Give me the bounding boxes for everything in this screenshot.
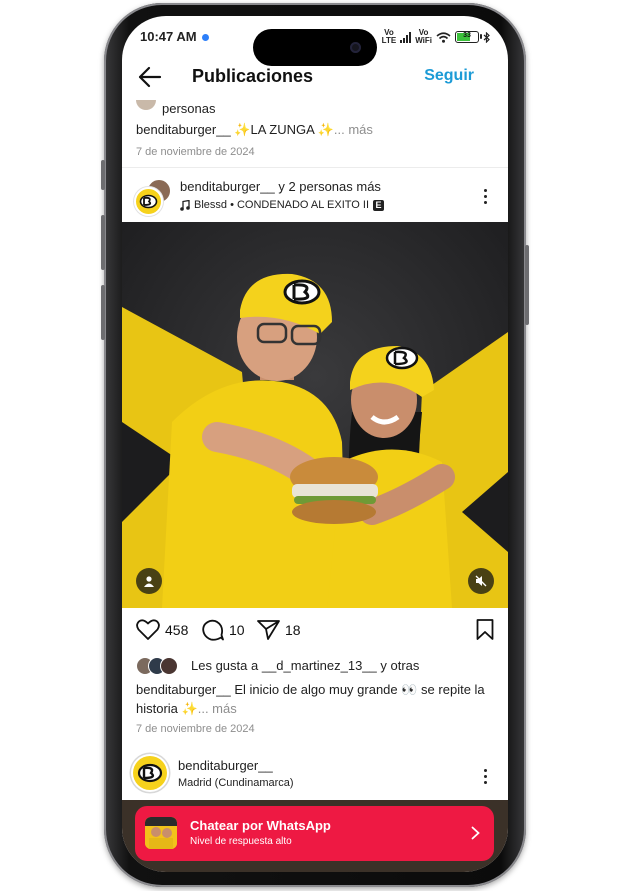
previous-post-date: 7 de noviembre de 2024 — [136, 146, 255, 158]
tagged-people-button[interactable] — [136, 568, 162, 594]
speaker-muted-icon — [475, 575, 487, 587]
previous-post-people: personas — [162, 101, 216, 116]
volume-up-button — [101, 215, 105, 270]
save-button[interactable] — [476, 619, 494, 640]
status-icons: Vo LTE Vo WiFi 33 — [382, 29, 490, 45]
battery-icon: 33 — [455, 31, 482, 43]
clock: 10:47 AM — [140, 29, 197, 44]
vowifi-icon: Vo WiFi — [415, 28, 432, 45]
mute-button[interactable] — [468, 568, 494, 594]
liker-avatars — [136, 657, 184, 675]
likes-count: 458 — [165, 621, 189, 638]
post-author[interactable]: benditaburger__ y 2 personas más — [180, 179, 381, 194]
brand-avatar[interactable] — [134, 187, 163, 216]
caption-username[interactable]: benditaburger__ — [136, 682, 231, 697]
bendita-logo-icon — [139, 194, 158, 209]
share-button[interactable]: 18 — [257, 619, 301, 640]
post-actions: 458 10 18 — [136, 619, 494, 645]
post-photo[interactable] — [122, 222, 508, 608]
follow-button[interactable]: Seguir — [424, 67, 474, 85]
thumbnail-illustration — [145, 817, 177, 849]
music-title[interactable]: Blessd • CONDENADO AL EXITO II — [194, 199, 369, 211]
like-button[interactable]: 458 — [136, 619, 188, 640]
bluetooth-icon — [483, 31, 490, 43]
signal-icon — [400, 31, 412, 43]
post-header: benditaburger__ y 2 personas más Blessd … — [122, 174, 508, 220]
comment-button[interactable]: 10 — [202, 619, 245, 641]
arrow-left-icon[interactable] — [138, 66, 162, 88]
music-note-icon — [180, 199, 190, 211]
shares-count: 18 — [285, 621, 301, 638]
post-username[interactable]: benditaburger__ — [180, 179, 275, 194]
whatsapp-chat-banner[interactable]: Chatear por WhatsApp Nivel de respuesta … — [135, 806, 494, 861]
comments-count: 10 — [229, 622, 245, 638]
bookmark-icon — [476, 619, 494, 640]
volte-icon: Vo LTE — [381, 28, 397, 45]
comment-icon — [202, 619, 224, 641]
more-options-icon[interactable] — [484, 189, 488, 207]
photo-illustration — [122, 222, 508, 608]
chevron-right-icon — [471, 826, 480, 840]
next-post-avatar[interactable] — [133, 756, 167, 790]
explicit-badge: E — [373, 199, 385, 211]
whatsapp-thumbnail — [145, 817, 177, 849]
dynamic-island — [253, 29, 377, 66]
action-button — [101, 160, 105, 190]
caption-username[interactable]: benditaburger__ — [136, 122, 231, 137]
post-caption: benditaburger__ El inicio de algo muy gr… — [136, 680, 496, 718]
power-button — [525, 245, 529, 325]
liked-by-user[interactable]: __d_martinez_13__ — [262, 658, 377, 673]
more-options-icon[interactable] — [484, 769, 488, 787]
volume-down-button — [101, 285, 105, 340]
bendita-logo-icon — [137, 763, 163, 783]
heart-icon — [136, 619, 160, 640]
collab-text[interactable]: y 2 personas más — [278, 179, 381, 194]
whatsapp-subtitle: Nivel de respuesta alto — [190, 836, 292, 847]
next-post-location[interactable]: Madrid (Cundinamarca) — [178, 777, 294, 789]
more-link[interactable]: ... más — [334, 122, 373, 137]
wifi-icon — [436, 31, 451, 43]
caption-text: ✨LA ZUNGA ✨ — [234, 122, 334, 137]
person-icon — [144, 576, 154, 587]
previous-post-avatar[interactable] — [136, 100, 156, 110]
post-date: 7 de noviembre de 2024 — [136, 723, 255, 735]
previous-post-caption: benditaburger__ ✨LA ZUNGA ✨... más — [136, 122, 373, 138]
camera-icon — [350, 42, 361, 53]
liked-by[interactable]: Les gusta a __d_martinez_13__ y otras — [136, 657, 494, 675]
liked-by-text: Les gusta a __d_martinez_13__ y otras — [191, 658, 420, 673]
liked-by-others[interactable]: otras — [391, 658, 420, 673]
notification-dot-icon — [202, 34, 209, 41]
send-icon — [257, 620, 280, 640]
more-link[interactable]: ... más — [198, 701, 237, 716]
screen: 10:47 AM Vo LTE Vo WiFi 33 Publicaciones S… — [122, 16, 508, 872]
whatsapp-title: Chatear por WhatsApp — [190, 818, 331, 833]
divider — [122, 167, 508, 168]
next-post-username[interactable]: benditaburger__ — [178, 758, 273, 773]
music-attribution[interactable]: Blessd • CONDENADO AL EXITO II E — [180, 199, 385, 211]
page-title: Publicaciones — [192, 66, 314, 86]
app-header: Publicaciones Seguir — [122, 62, 508, 92]
next-post-header: benditaburger__ Madrid (Cundinamarca) — [122, 756, 508, 798]
